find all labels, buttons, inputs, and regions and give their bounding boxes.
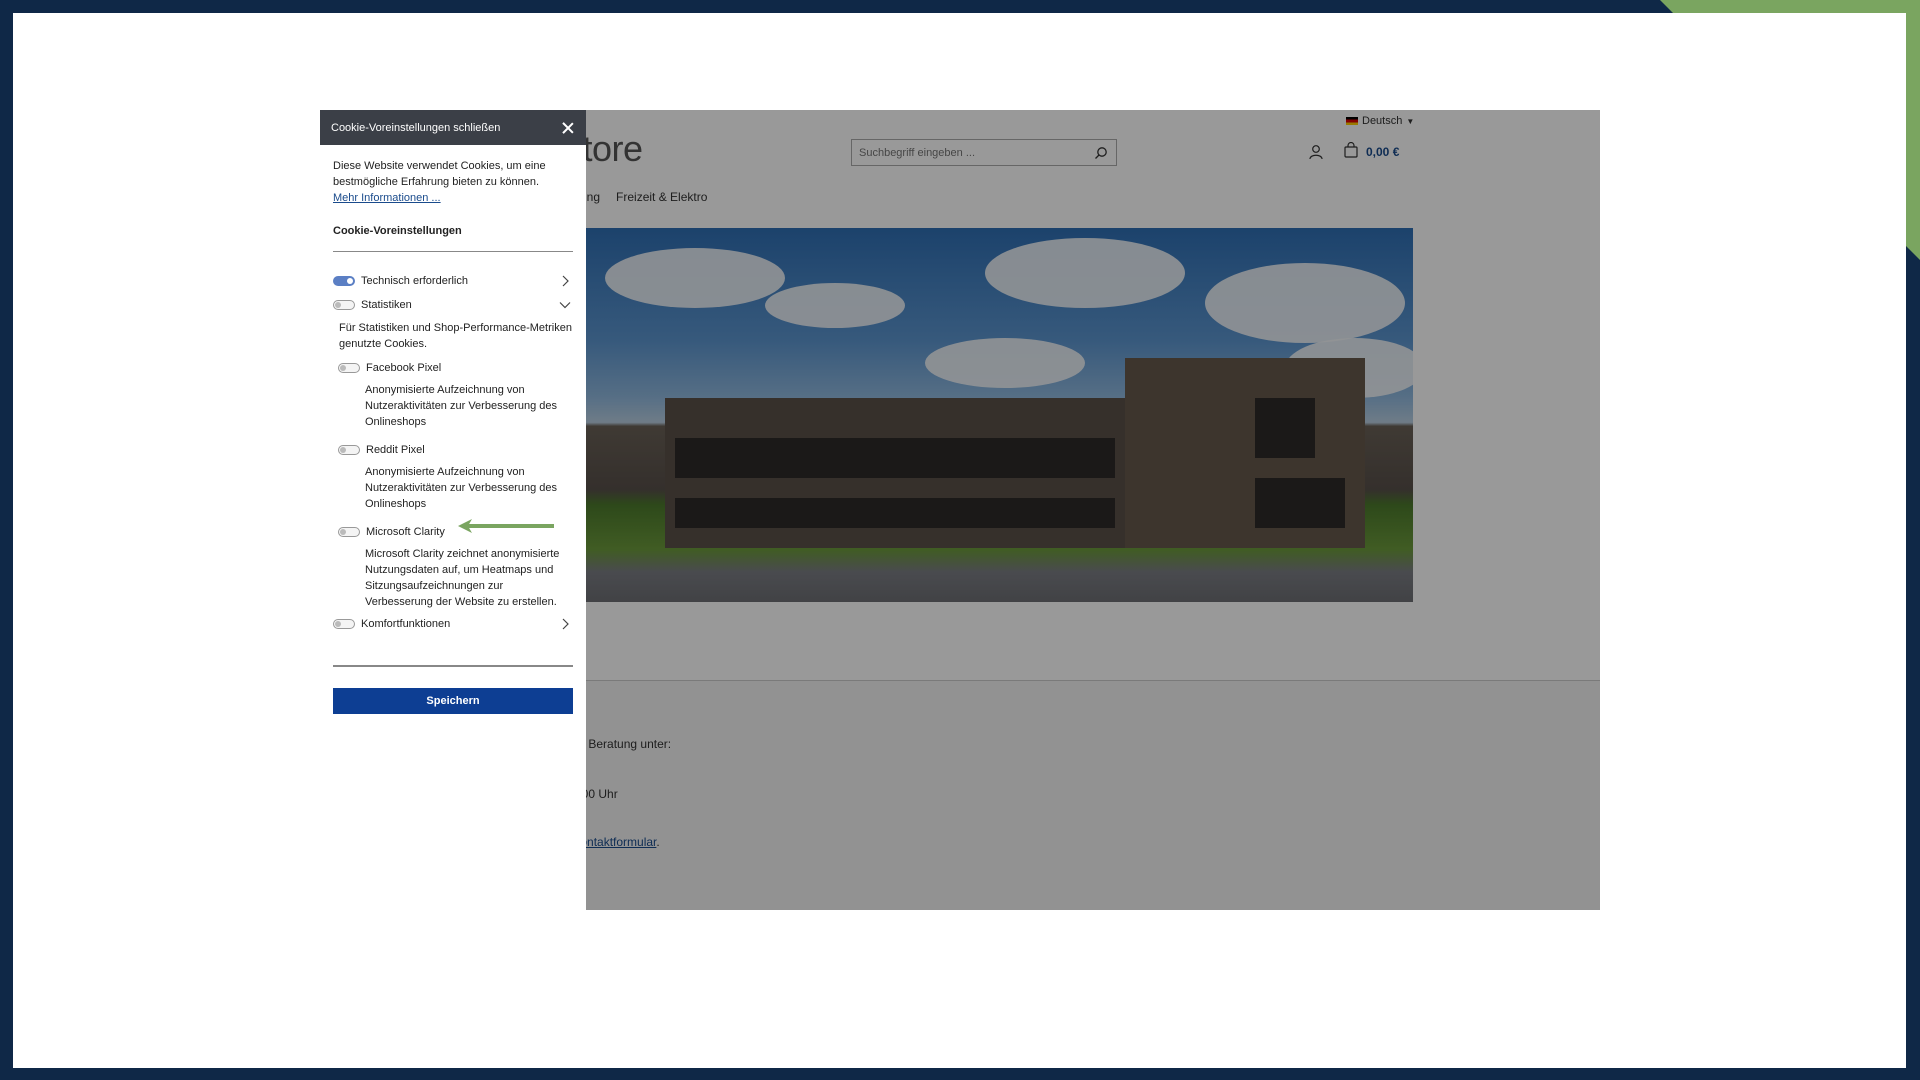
cookie-section-title: Cookie-Voreinstellungen <box>333 223 573 252</box>
facebook-pixel-label: Facebook Pixel <box>366 362 442 374</box>
cookie-settings-panel: Cookie-Voreinstellungen schließen Diese … <box>320 110 586 910</box>
cookie-item-facebook[interactable]: Facebook Pixel <box>333 356 573 380</box>
microsoft-clarity-label: Microsoft Clarity <box>366 526 445 538</box>
reddit-pixel-label: Reddit Pixel <box>366 444 425 456</box>
technical-toggle[interactable] <box>333 276 355 286</box>
microsoft-clarity-toggle[interactable] <box>338 527 360 537</box>
chevron-down-icon[interactable] <box>559 299 571 311</box>
cookie-intro-text: Diese Website verwendet Cookies, um eine… <box>333 160 546 188</box>
statistics-toggle[interactable] <box>333 300 355 310</box>
technical-label: Technisch erforderlich <box>361 275 468 287</box>
reddit-pixel-description: Anonymisierte Aufzeichnung von Nutzerakt… <box>365 466 557 510</box>
panel-divider <box>333 665 573 667</box>
statistics-description: Für Statistiken und Shop-Performance-Met… <box>339 322 572 350</box>
microsoft-clarity-description: Microsoft Clarity zeichnet anonymisierte… <box>365 548 560 608</box>
cookie-item-reddit[interactable]: Reddit Pixel <box>333 438 573 462</box>
cookie-group-technical[interactable]: Technisch erforderlich <box>333 269 573 293</box>
reddit-pixel-toggle[interactable] <box>338 445 360 455</box>
facebook-pixel-toggle[interactable] <box>338 363 360 373</box>
comfort-toggle[interactable] <box>333 619 355 629</box>
arrow-left-icon <box>458 519 554 533</box>
statistics-label: Statistiken <box>361 299 412 311</box>
cookie-group-comfort[interactable]: Komfortfunktionen <box>333 612 573 636</box>
close-icon[interactable] <box>562 122 574 134</box>
facebook-pixel-description: Anonymisierte Aufzeichnung von Nutzerakt… <box>365 384 557 428</box>
chevron-right-icon[interactable] <box>559 275 571 287</box>
cookie-panel-title: Cookie-Voreinstellungen schließen <box>331 121 501 134</box>
chevron-right-icon[interactable] <box>559 618 571 630</box>
save-button[interactable]: Speichern <box>333 687 573 714</box>
cookie-group-statistics[interactable]: Statistiken <box>333 293 573 317</box>
comfort-label: Komfortfunktionen <box>361 618 451 630</box>
cookie-panel-close-header[interactable]: Cookie-Voreinstellungen schließen <box>320 110 586 145</box>
more-info-link[interactable]: Mehr Informationen ... <box>333 192 441 204</box>
